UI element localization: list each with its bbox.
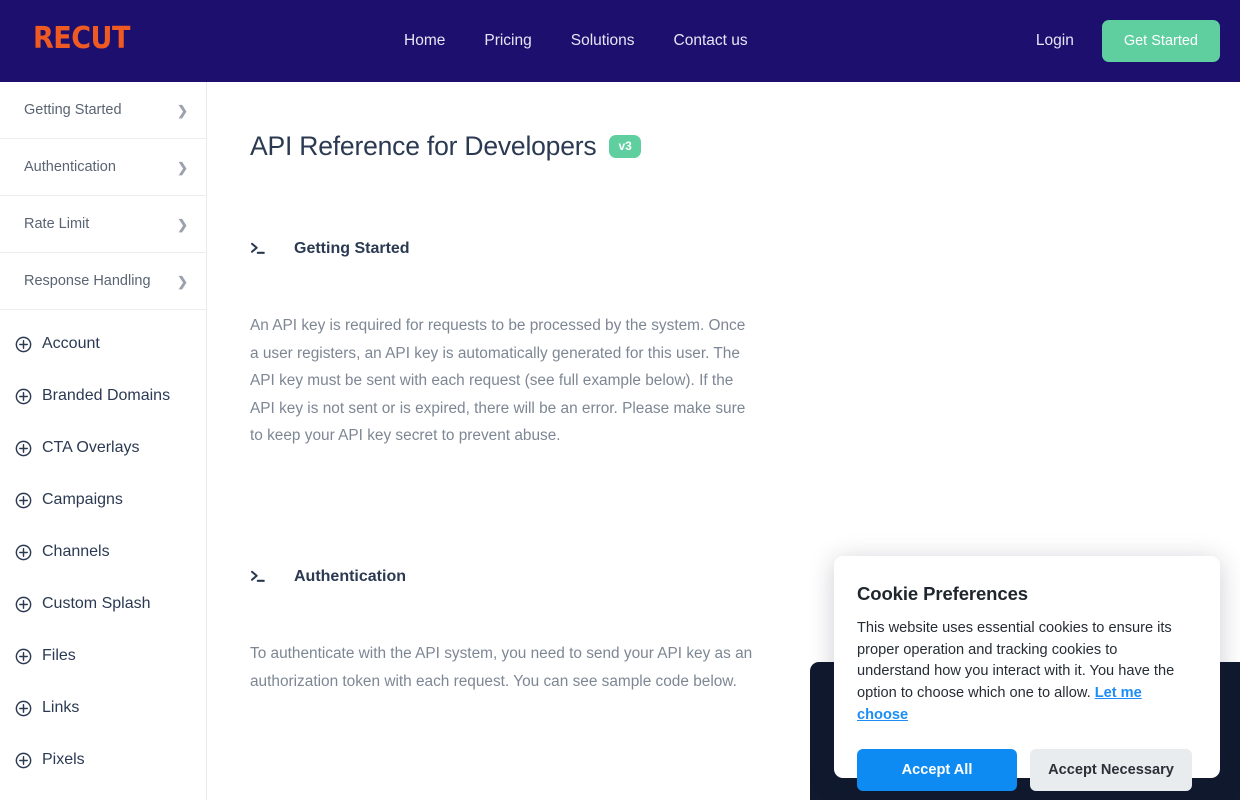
sidebar-item-label: Files <box>42 647 76 664</box>
sidebar-item-label: Links <box>42 699 80 716</box>
chevron-right-icon: ❯ <box>177 273 188 289</box>
sidebar-item-label: Getting Started <box>24 102 122 118</box>
chevron-right-icon: ❯ <box>177 216 188 232</box>
docs-sidebar: Getting Started ❯ Authentication ❯ Rate … <box>0 82 207 800</box>
nav-link-home[interactable]: Home <box>404 32 468 50</box>
header-actions: Login Get Started <box>1036 0 1220 82</box>
sidebar-item-getting-started[interactable]: Getting Started ❯ <box>0 82 206 139</box>
nav-link-pricing[interactable]: Pricing <box>484 32 554 50</box>
sidebar-item-label: Branded Domains <box>42 387 171 404</box>
plus-circle-icon <box>15 596 32 612</box>
sidebar-item-label: Authentication <box>24 159 116 175</box>
brand-logo[interactable]: RECUT <box>33 21 130 56</box>
site-header: RECUT Home Pricing Solutions Contact us … <box>0 0 1240 82</box>
section-body-getting-started: An API key is required for requests to b… <box>250 317 746 444</box>
sidebar-item-channels[interactable]: Channels <box>0 526 206 578</box>
section-header-authentication: Authentication <box>250 568 406 586</box>
sidebar-item-campaigns[interactable]: Campaigns <box>0 474 206 526</box>
plus-circle-icon <box>15 700 32 716</box>
chevron-right-icon: ❯ <box>177 159 188 175</box>
terminal-prompt-icon <box>251 570 265 582</box>
nav-link-solutions[interactable]: Solutions <box>571 32 658 50</box>
cookie-dialog-title: Cookie Preferences <box>857 583 1028 604</box>
accept-necessary-button[interactable]: Accept Necessary <box>1030 748 1192 791</box>
sidebar-item-label: Campaigns <box>42 491 123 508</box>
sidebar-item-pixels[interactable]: Pixels <box>0 734 206 786</box>
sidebar-item-links[interactable]: Links <box>0 682 206 734</box>
terminal-prompt-icon <box>251 242 265 254</box>
sidebar-item-qr-codes[interactable]: QR Codes <box>0 786 206 800</box>
sidebar-item-rate-limit[interactable]: Rate Limit ❯ <box>0 196 206 253</box>
sidebar-item-custom-splash[interactable]: Custom Splash <box>0 578 206 630</box>
plus-circle-icon <box>15 752 32 768</box>
section-body-authentication: To authenticate with the API system, you… <box>250 645 753 690</box>
sidebar-item-cta-overlays[interactable]: CTA Overlays <box>0 422 206 474</box>
section-header-getting-started: Getting Started <box>250 240 410 258</box>
sidebar-item-label: Response Handling <box>24 273 151 289</box>
sidebar-item-label: Pixels <box>42 751 85 768</box>
sidebar-item-label: Custom Splash <box>42 595 151 612</box>
main-navigation: Home Pricing Solutions Contact us <box>404 0 748 82</box>
sidebar-item-label: CTA Overlays <box>42 439 140 456</box>
page-title: API Reference for Developers <box>250 131 597 161</box>
plus-circle-icon <box>15 492 32 508</box>
plus-circle-icon <box>15 648 32 664</box>
plus-circle-icon <box>15 336 32 352</box>
section-title: Getting Started <box>294 240 410 257</box>
nav-link-contact-us[interactable]: Contact us <box>674 32 748 50</box>
sidebar-item-label: Channels <box>42 543 110 560</box>
sidebar-item-files[interactable]: Files <box>0 630 206 682</box>
accept-all-button[interactable]: Accept All <box>857 748 1018 791</box>
cookie-dialog-body: This website uses essential cookies to e… <box>857 618 1192 727</box>
chevron-right-icon: ❯ <box>177 102 188 118</box>
plus-circle-icon <box>15 440 32 456</box>
cookie-preferences-dialog: Cookie Preferences This website uses ess… <box>834 556 1220 791</box>
page-title-row: API Reference for Developers v3 <box>250 131 641 162</box>
plus-circle-icon <box>15 388 32 404</box>
login-link[interactable]: Login <box>1036 32 1074 50</box>
cookie-dialog-actions: Accept All Accept Necessary <box>857 748 1192 791</box>
sidebar-item-label: Rate Limit <box>24 216 90 232</box>
sidebar-resource-group: Account Branded Domains CTA Overlays Cam… <box>0 310 206 800</box>
get-started-button[interactable]: Get Started <box>1101 20 1220 62</box>
sidebar-item-authentication[interactable]: Authentication ❯ <box>0 139 206 196</box>
version-badge: v3 <box>609 135 641 158</box>
sidebar-item-account[interactable]: Account <box>0 318 206 370</box>
sidebar-item-response-handling[interactable]: Response Handling ❯ <box>0 253 206 310</box>
section-title: Authentication <box>294 568 406 585</box>
sidebar-item-branded-domains[interactable]: Branded Domains <box>0 370 206 422</box>
sidebar-item-label: Account <box>42 335 100 352</box>
plus-circle-icon <box>15 544 32 560</box>
